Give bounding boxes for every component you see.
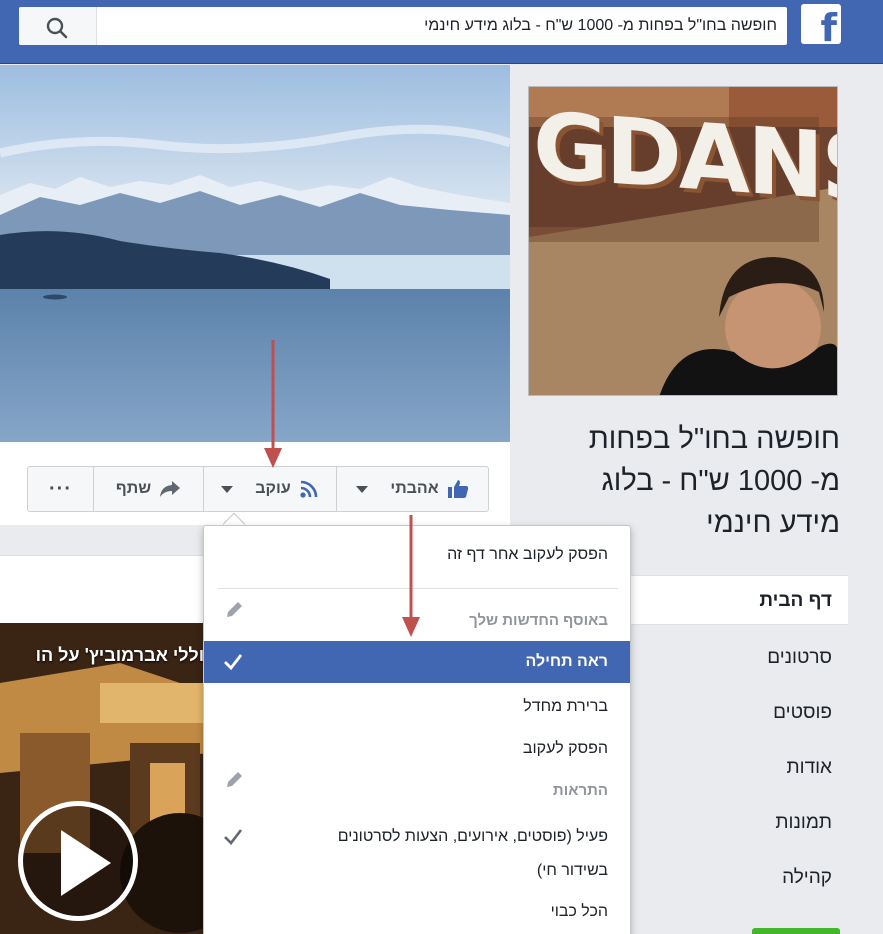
create-page-button[interactable] xyxy=(752,928,840,934)
thumbs-up-icon xyxy=(447,480,468,498)
notifications-active-line-2: בשידור חי) xyxy=(536,862,608,879)
page-title-line-1: חופשה בחו"ל בפחות xyxy=(588,423,840,455)
rss-follow-icon xyxy=(300,480,318,498)
default-option[interactable]: ברירת מחדל xyxy=(204,698,630,716)
page-action-bar: אהבתי עוקב שתף ··· xyxy=(0,442,510,525)
search-icon xyxy=(46,17,68,39)
like-dropdown-caret-icon xyxy=(356,485,369,493)
notifications-active-option[interactable]: פעיל (פוסטים, אירועים, הצעות לסרטונים בש… xyxy=(204,820,630,888)
share-label: שתף xyxy=(115,480,152,497)
annotation-arrow xyxy=(264,340,282,468)
nav-item-about[interactable]: אודות xyxy=(630,740,848,795)
play-button[interactable] xyxy=(18,801,138,921)
follow-label: עוקב xyxy=(255,480,291,497)
video-title: ז' וללי אברמוביץ' על הו xyxy=(35,645,210,665)
more-dots-icon: ··· xyxy=(49,477,72,500)
share-arrow-icon xyxy=(160,481,181,497)
pencil-icon[interactable] xyxy=(224,770,244,790)
unfollow-option[interactable]: הפסק לעקוב xyxy=(204,740,630,758)
cover-landscape xyxy=(0,65,510,442)
like-label: אהבתי xyxy=(390,480,439,497)
see-first-label: ראה תחילה xyxy=(525,653,608,670)
checkmark-icon xyxy=(224,829,243,845)
facebook-logo[interactable]: f xyxy=(801,4,841,48)
page: { "topbar": { "search_value": "חופשה בחו… xyxy=(0,0,883,934)
share-button[interactable]: שתף xyxy=(93,466,204,512)
pencil-icon[interactable] xyxy=(224,600,244,620)
nav-item-posts[interactable]: פוסטים xyxy=(630,685,848,740)
video-player[interactable]: ז' וללי אברמוביץ' על הו xyxy=(0,623,210,934)
more-options-button[interactable]: ··· xyxy=(27,466,94,512)
cover-photo[interactable] xyxy=(0,65,510,442)
follow-button[interactable]: עוקב xyxy=(203,466,337,512)
nav-item-home[interactable]: דף הבית xyxy=(630,575,848,625)
annotation-arrow xyxy=(402,515,420,637)
nav-item-community[interactable]: קהילה xyxy=(630,850,848,905)
page-title-line-2: מ- 1000 ש"ח - בלוג xyxy=(601,465,840,497)
all-off-option[interactable]: הכל כבוי xyxy=(204,903,630,921)
nav-item-photos[interactable]: תמונות xyxy=(630,795,848,850)
play-icon xyxy=(61,830,111,896)
search-button[interactable] xyxy=(19,7,97,45)
see-first-option[interactable]: ראה תחילה xyxy=(204,641,630,683)
notifications-section-header: התראות xyxy=(552,782,608,799)
nav-item-videos[interactable]: סרטונים xyxy=(630,630,848,685)
profile-picture[interactable]: GDANSK xyxy=(528,86,838,396)
follow-dropdown-caret-icon xyxy=(221,485,234,493)
page-navigation: דף הבית סרטונים פוסטים אודות תמונות קהיל… xyxy=(630,575,848,905)
notifications-active-line-1: פעיל (פוסטים, אירועים, הצעות לסרטונים xyxy=(337,828,608,845)
like-button[interactable]: אהבתי xyxy=(336,466,489,512)
search-box xyxy=(19,7,787,45)
checkmark-icon xyxy=(224,654,243,671)
search-input[interactable] xyxy=(99,7,779,45)
top-navigation-bar: f xyxy=(0,0,883,64)
